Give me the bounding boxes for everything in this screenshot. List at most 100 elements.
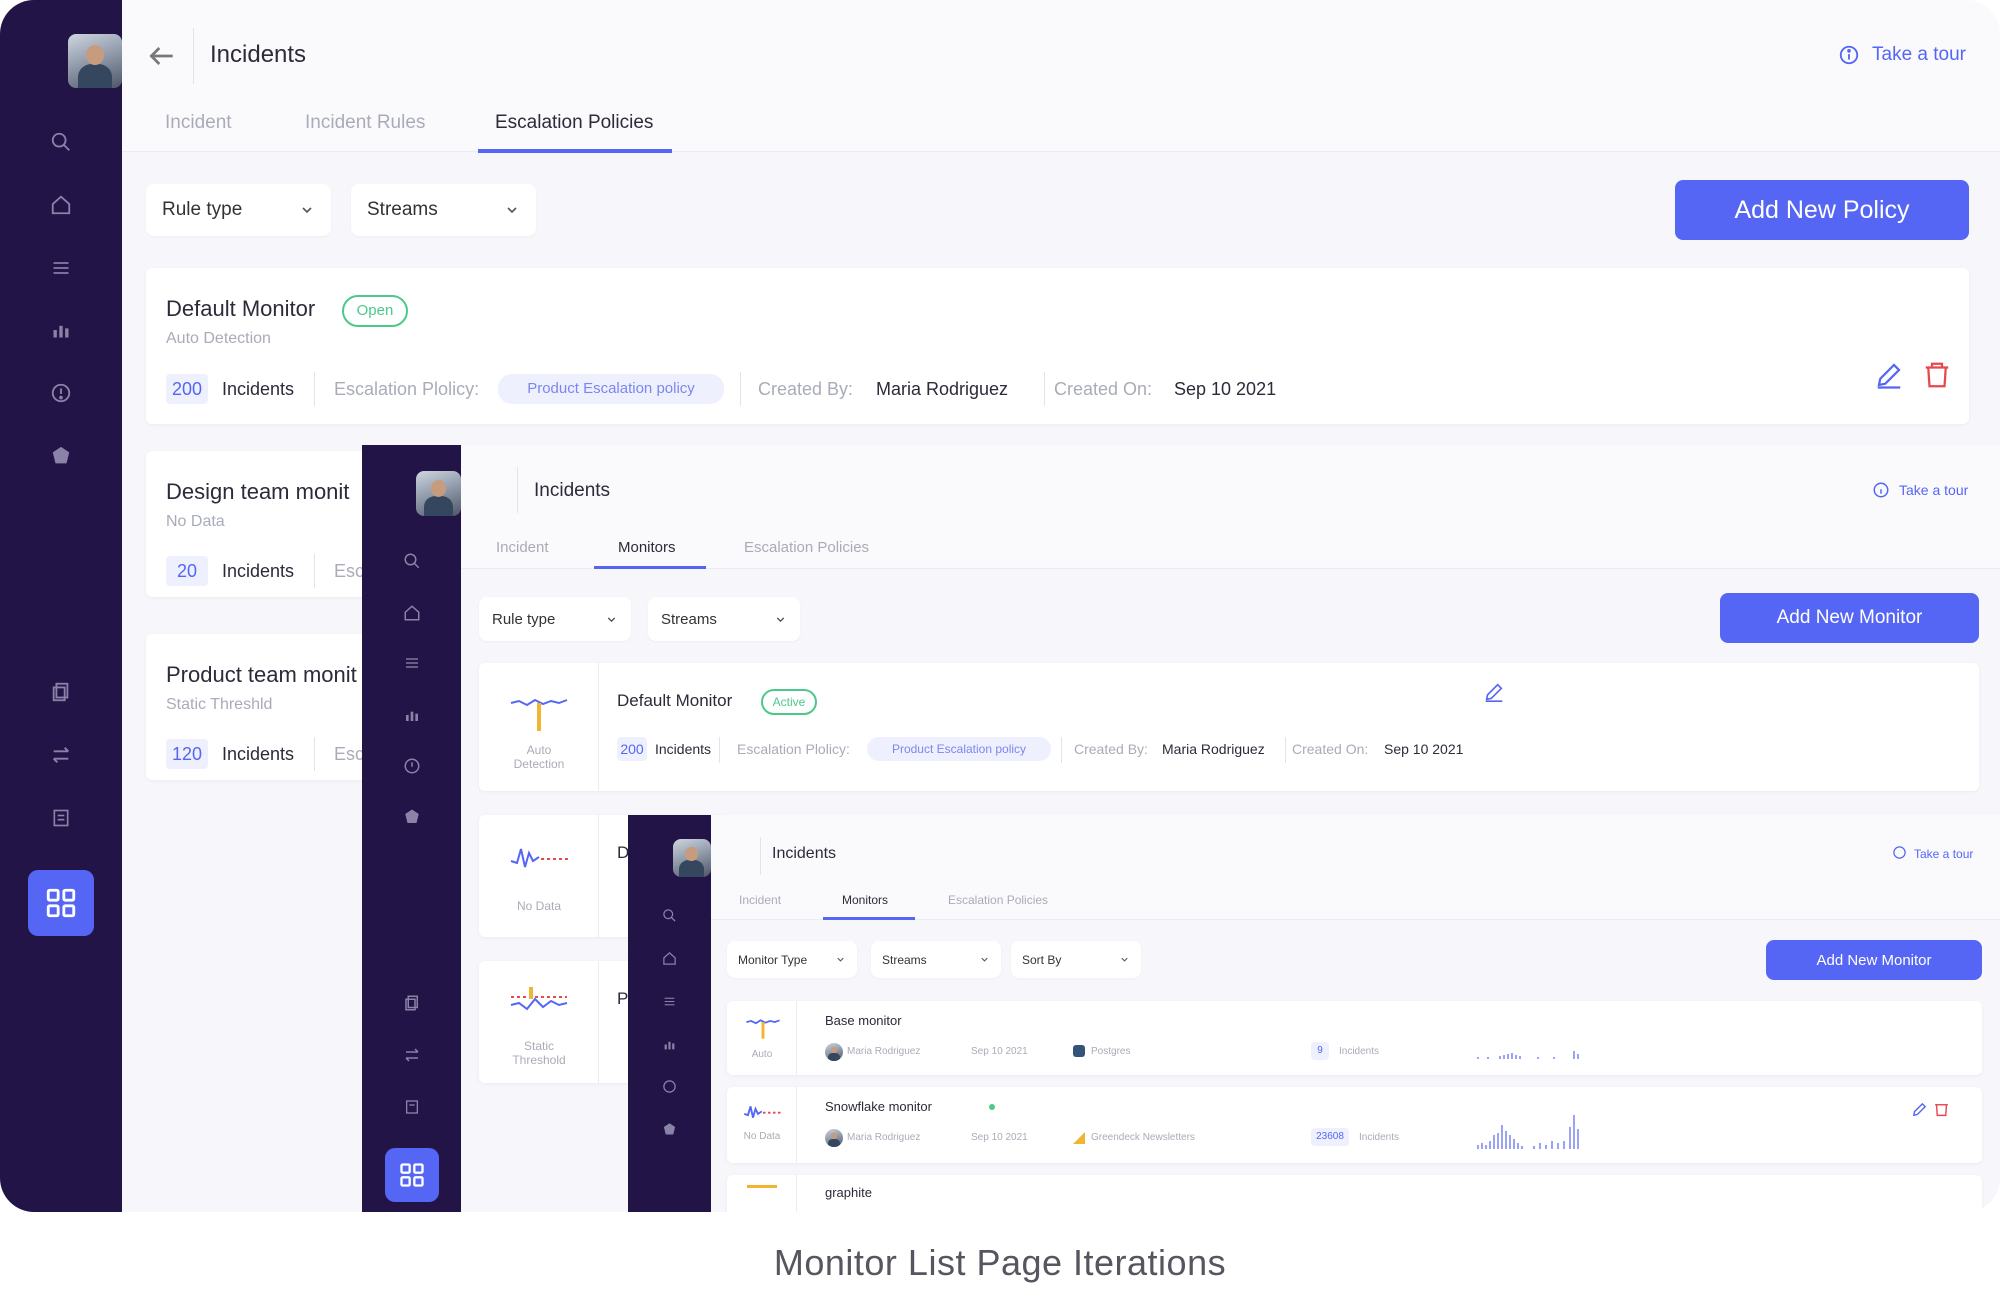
tab-escalation-policies[interactable]: Escalation Policies <box>948 893 1048 907</box>
row-date: Sep 10 2021 <box>971 1132 1028 1143</box>
search-icon[interactable] <box>662 907 678 923</box>
home-icon[interactable] <box>662 950 678 966</box>
icon-label: Detection <box>513 757 565 771</box>
tab-monitors[interactable]: Monitors <box>618 539 676 556</box>
avatar[interactable] <box>416 471 461 516</box>
add-new-policy-button[interactable]: Add New Policy <box>1675 180 1969 240</box>
list-icon[interactable] <box>662 993 678 1009</box>
policy-card[interactable]: Product team monit Static Threshld 120 I… <box>146 634 396 780</box>
monitor-row[interactable]: No Data Snowflake monitor Maria Rodrigue… <box>727 1087 1982 1163</box>
apps-grid-icon[interactable] <box>28 870 94 936</box>
take-tour-link[interactable]: Take a tour <box>1872 44 1966 66</box>
chart-icon[interactable] <box>662 1036 678 1052</box>
rule-type-dropdown[interactable]: Rule type <box>146 184 331 236</box>
created-by-value: Maria Rodriguez <box>876 379 1009 399</box>
incident-count: 200 <box>617 737 647 761</box>
edit-icon[interactable] <box>1911 1101 1928 1123</box>
chevron-down-icon <box>607 616 616 622</box>
icon-label: Auto <box>526 743 552 757</box>
apps-grid-icon[interactable] <box>384 1148 439 1202</box>
status-badge: Active <box>761 689 817 715</box>
monitor-card[interactable]: Auto Detection Default Monitor Active 20… <box>479 663 1979 791</box>
user-name: Maria Rodriguez <box>847 1046 921 1057</box>
avatar[interactable] <box>672 839 711 877</box>
list-icon[interactable] <box>402 653 422 673</box>
edit-icon[interactable] <box>1483 681 1505 708</box>
icon-label: Threshold <box>512 1053 566 1067</box>
monitor-row[interactable]: Auto Base monitor Maria Rodriguez Sep 10… <box>727 1001 1982 1075</box>
alert-icon[interactable] <box>402 756 422 776</box>
static-threshold-icon <box>509 985 569 1030</box>
incident-label: Incidents <box>222 561 295 581</box>
settings-icon[interactable] <box>662 1121 678 1137</box>
user-avatar <box>825 1129 843 1147</box>
auto-detection-icon <box>509 691 569 740</box>
escalation-policy-chip[interactable]: Product Escalation policy <box>867 737 1051 761</box>
edit-icon[interactable] <box>1874 360 1904 395</box>
chart-icon[interactable] <box>402 705 422 725</box>
icon-label: Static <box>523 1039 554 1053</box>
swap-icon[interactable] <box>49 743 73 767</box>
document-icon[interactable] <box>402 1097 422 1117</box>
escalation-policy-chip[interactable]: Product Escalation policy <box>498 374 724 404</box>
list-icon[interactable] <box>49 256 73 280</box>
chevron-down-icon <box>776 616 785 622</box>
copy-icon[interactable] <box>402 993 422 1013</box>
tab-escalation-policies[interactable]: Escalation Policies <box>495 112 653 134</box>
active-tab-indicator <box>823 917 915 920</box>
monitor-row[interactable]: graphite <box>727 1175 1982 1212</box>
chevron-down-icon <box>1121 957 1128 962</box>
tab-escalation-policies[interactable]: Escalation Policies <box>744 539 869 556</box>
tab-incident[interactable]: Incident <box>739 893 781 907</box>
take-tour-link[interactable]: Take a tour <box>1914 847 1973 861</box>
sort-by-dropdown[interactable]: Sort By <box>1011 941 1141 978</box>
chevron-down-icon <box>507 207 517 214</box>
tab-incident[interactable]: Incident <box>496 539 549 556</box>
chart-icon[interactable] <box>49 318 73 342</box>
info-icon[interactable] <box>1838 44 1860 71</box>
take-tour-link[interactable]: Take a tour <box>1899 482 1968 498</box>
back-arrow-icon[interactable] <box>146 40 178 77</box>
avatar[interactable] <box>68 34 122 88</box>
streams-dropdown[interactable]: Streams <box>871 941 1001 978</box>
home-icon[interactable] <box>49 193 73 217</box>
source-icon <box>1073 1131 1085 1149</box>
info-icon[interactable] <box>1892 845 1907 865</box>
tab-monitors[interactable]: Monitors <box>842 893 888 907</box>
monitor-type-dropdown[interactable]: Monitor Type <box>727 941 857 978</box>
add-new-monitor-button[interactable]: Add New Monitor <box>1720 593 1979 643</box>
incident-count: 23608 <box>1311 1128 1349 1146</box>
alert-icon[interactable] <box>662 1078 678 1094</box>
settings-icon[interactable] <box>402 807 422 827</box>
card-title: Default Monitor <box>166 296 316 321</box>
created-on-label: Created On: <box>1292 741 1369 757</box>
home-icon[interactable] <box>402 603 422 623</box>
delete-icon[interactable] <box>1933 1099 1950 1124</box>
document-icon[interactable] <box>49 806 73 830</box>
info-icon[interactable] <box>1872 481 1890 504</box>
tab-incident[interactable]: Incident <box>165 112 232 134</box>
incident-sparkline <box>1477 1051 1579 1059</box>
copy-icon[interactable] <box>49 680 73 704</box>
chevron-down-icon <box>837 957 844 962</box>
escalation-label: Esc <box>334 561 365 581</box>
policy-card[interactable]: Design team monit No Data 20 Incidents E… <box>146 451 396 597</box>
search-icon[interactable] <box>49 130 73 154</box>
caption: Monitor List Page Iterations <box>773 1242 1227 1283</box>
streams-dropdown[interactable]: Streams <box>648 597 800 641</box>
alert-icon[interactable] <box>49 381 73 405</box>
rule-type-dropdown[interactable]: Rule type <box>479 597 631 641</box>
search-icon[interactable] <box>402 551 422 571</box>
settings-icon[interactable] <box>49 444 73 468</box>
main-content: Incidents Take a tour Incident Monitors … <box>711 815 2000 1212</box>
streams-dropdown[interactable]: Streams <box>351 184 536 236</box>
delete-icon[interactable] <box>1922 358 1952 397</box>
user-name: Maria Rodriguez <box>847 1132 921 1143</box>
created-on-label: Created On: <box>1054 379 1153 399</box>
add-new-monitor-button[interactable]: Add New Monitor <box>1766 940 1982 980</box>
swap-icon[interactable] <box>402 1045 422 1065</box>
tab-incident-rules[interactable]: Incident Rules <box>305 112 425 134</box>
created-by-value: Maria Rodriguez <box>1162 741 1265 757</box>
icon-label: No Data <box>516 899 562 913</box>
policy-card[interactable]: Default Monitor Open Auto Detection 200 … <box>146 268 1969 424</box>
